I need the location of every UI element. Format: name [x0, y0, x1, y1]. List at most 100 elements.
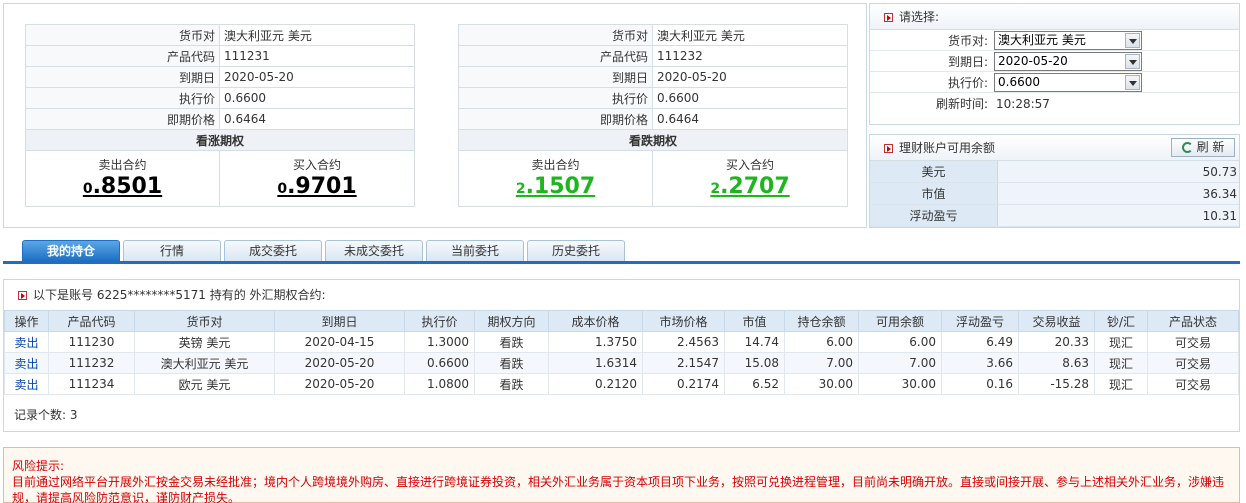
table-cell: 2.1547	[642, 352, 725, 374]
sell-contract-cell[interactable]: 卖出合约 0.8501	[25, 150, 220, 207]
sell-price[interactable]: 2.1507	[516, 174, 595, 199]
chevron-down-icon[interactable]	[1125, 32, 1140, 48]
arrow-bullet-icon	[884, 13, 893, 22]
table-cell: 2020-04-15	[274, 331, 405, 353]
balance-label: 美元	[870, 161, 998, 182]
balance-label: 市值	[870, 183, 998, 204]
column-header: 期权方向	[474, 310, 549, 332]
refresh-icon	[1181, 142, 1193, 153]
sell-contract-label: 卖出合约	[531, 158, 580, 172]
tab-my-holdings[interactable]: 我的持仓	[22, 240, 120, 261]
sell-link[interactable]: 卖出	[4, 373, 49, 395]
holdings-title: 以下是账号 6225********5171 持有的 外汇期权合约:	[33, 288, 326, 302]
tab-filled-orders[interactable]: 成交委托	[224, 240, 322, 261]
option-type-title: 看涨期权	[25, 129, 415, 151]
chevron-down-icon[interactable]	[1125, 74, 1140, 90]
expiry-select[interactable]: 2020-05-20	[994, 51, 1142, 71]
buy-contract-cell[interactable]: 买入合约 2.2707	[652, 150, 848, 207]
table-cell: 1.3750	[548, 331, 643, 353]
table-cell: 1.6314	[548, 352, 643, 374]
quote-boards: 货币对 澳大利亚元 美元 产品代码 111231 到期日 2020-05-20 执行价…	[3, 3, 867, 228]
strike-select[interactable]: 0.6600	[994, 72, 1142, 92]
balance-value: 10.31	[998, 205, 1239, 226]
table-cell: 0.2120	[548, 373, 643, 395]
value: 0.6464	[652, 108, 848, 130]
label: 即期价格	[25, 108, 220, 130]
column-header: 执行价	[404, 310, 475, 332]
value: 0.6600	[219, 87, 415, 109]
arrow-bullet-icon	[884, 144, 893, 153]
label: 货币对	[25, 24, 220, 46]
tab-current-orders[interactable]: 当前委托	[426, 240, 524, 261]
buy-contract-cell[interactable]: 买入合约 0.9701	[219, 150, 415, 207]
tab-history-orders[interactable]: 历史委托	[527, 240, 625, 261]
balance-value: 36.34	[998, 183, 1239, 204]
table-cell: 0.6600	[404, 352, 475, 374]
put-option-board: 货币对 澳大利亚元 美元 产品代码 111232 到期日 2020-05-20 执行价…	[458, 24, 848, 207]
table-cell: 英镑 美元	[134, 331, 275, 353]
table-cell: -15.28	[1018, 373, 1095, 395]
column-header: 货币对	[134, 310, 275, 332]
tab-unfilled-orders[interactable]: 未成交委托	[325, 240, 423, 261]
expiry-label: 到期日:	[947, 54, 988, 69]
sell-contract-cell[interactable]: 卖出合约 2.1507	[458, 150, 653, 207]
balance-row: 美元 50.73	[870, 161, 1239, 183]
balance-row: 市值 36.34	[870, 183, 1239, 205]
table-cell: 1.0800	[404, 373, 475, 395]
balance-panel-header: 理财账户可用余额 刷 新	[870, 135, 1239, 161]
option-type-title: 看跌期权	[458, 129, 848, 151]
table-cell: 7.00	[858, 352, 942, 374]
risk-text: 目前通过网络平台开展外汇按金交易未经批准；境内个人跨境境外购房、直接进行跨境证券…	[12, 475, 1225, 503]
chevron-down-icon[interactable]	[1125, 53, 1140, 69]
table-cell: 30.00	[784, 373, 859, 395]
label: 产品代码	[458, 45, 653, 67]
label: 产品代码	[25, 45, 220, 67]
tab-market[interactable]: 行情	[123, 240, 221, 261]
value: 澳大利亚元 美元	[219, 24, 415, 46]
record-count: 记录个数: 3	[14, 408, 78, 422]
sell-link[interactable]: 卖出	[4, 352, 49, 374]
table-cell: 111230	[48, 331, 135, 353]
column-header: 产品代码	[48, 310, 135, 332]
table-cell: 6.52	[724, 373, 785, 395]
holdings-header: 以下是账号 6225********5171 持有的 外汇期权合约:	[4, 280, 1239, 310]
sell-link[interactable]: 卖出	[4, 331, 49, 353]
select-panel-title: 请选择:	[899, 10, 940, 24]
table-cell: 6.00	[858, 331, 942, 353]
buy-price[interactable]: 0.9701	[277, 174, 356, 199]
label: 到期日	[25, 66, 220, 88]
value: 0.6464	[219, 108, 415, 130]
table-cell: 2020-05-20	[274, 352, 405, 374]
table-cell: 15.08	[724, 352, 785, 374]
balance-label: 浮动盈亏	[870, 205, 998, 226]
select-panel: 请选择: 货币对: 澳大利亚元 美元 到期日: 2020-05-20 执行价: …	[869, 3, 1240, 125]
refresh-time-label: 刷新时间:	[935, 97, 988, 111]
column-header: 操作	[4, 310, 49, 332]
strike-row: 执行价: 0.6600	[870, 72, 1239, 93]
label: 执行价	[25, 87, 220, 109]
expiry-row: 到期日: 2020-05-20	[870, 51, 1239, 72]
column-header: 交易收益	[1018, 310, 1095, 332]
column-header: 浮动盈亏	[941, 310, 1019, 332]
table-cell: 3.66	[941, 352, 1019, 374]
table-cell: 2020-05-20	[274, 373, 405, 395]
balance-value: 50.73	[998, 161, 1239, 182]
sell-price[interactable]: 0.8501	[83, 174, 162, 199]
table-cell: 111232	[48, 352, 135, 374]
holdings-panel: 以下是账号 6225********5171 持有的 外汇期权合约: 操作 产品…	[3, 279, 1240, 432]
table-cell: 看跌	[474, 331, 549, 353]
value: 2020-05-20	[652, 66, 848, 88]
refresh-button[interactable]: 刷 新	[1171, 138, 1235, 157]
value: 0.6600	[652, 87, 848, 109]
buy-price[interactable]: 2.2707	[710, 174, 789, 199]
value: 111231	[219, 45, 415, 67]
table-cell: 可交易	[1147, 373, 1239, 395]
currency-select[interactable]: 澳大利亚元 美元	[994, 30, 1142, 50]
balance-panel: 理财账户可用余额 刷 新 美元 50.73 市值 36.34 浮动盈亏 10.31	[869, 134, 1240, 228]
label: 货币对	[458, 24, 653, 46]
table-cell: 111234	[48, 373, 135, 395]
currency-row: 货币对: 澳大利亚元 美元	[870, 30, 1239, 51]
table-cell: 6.00	[784, 331, 859, 353]
table-cell: 2.4563	[642, 331, 725, 353]
value: 2020-05-20	[219, 66, 415, 88]
